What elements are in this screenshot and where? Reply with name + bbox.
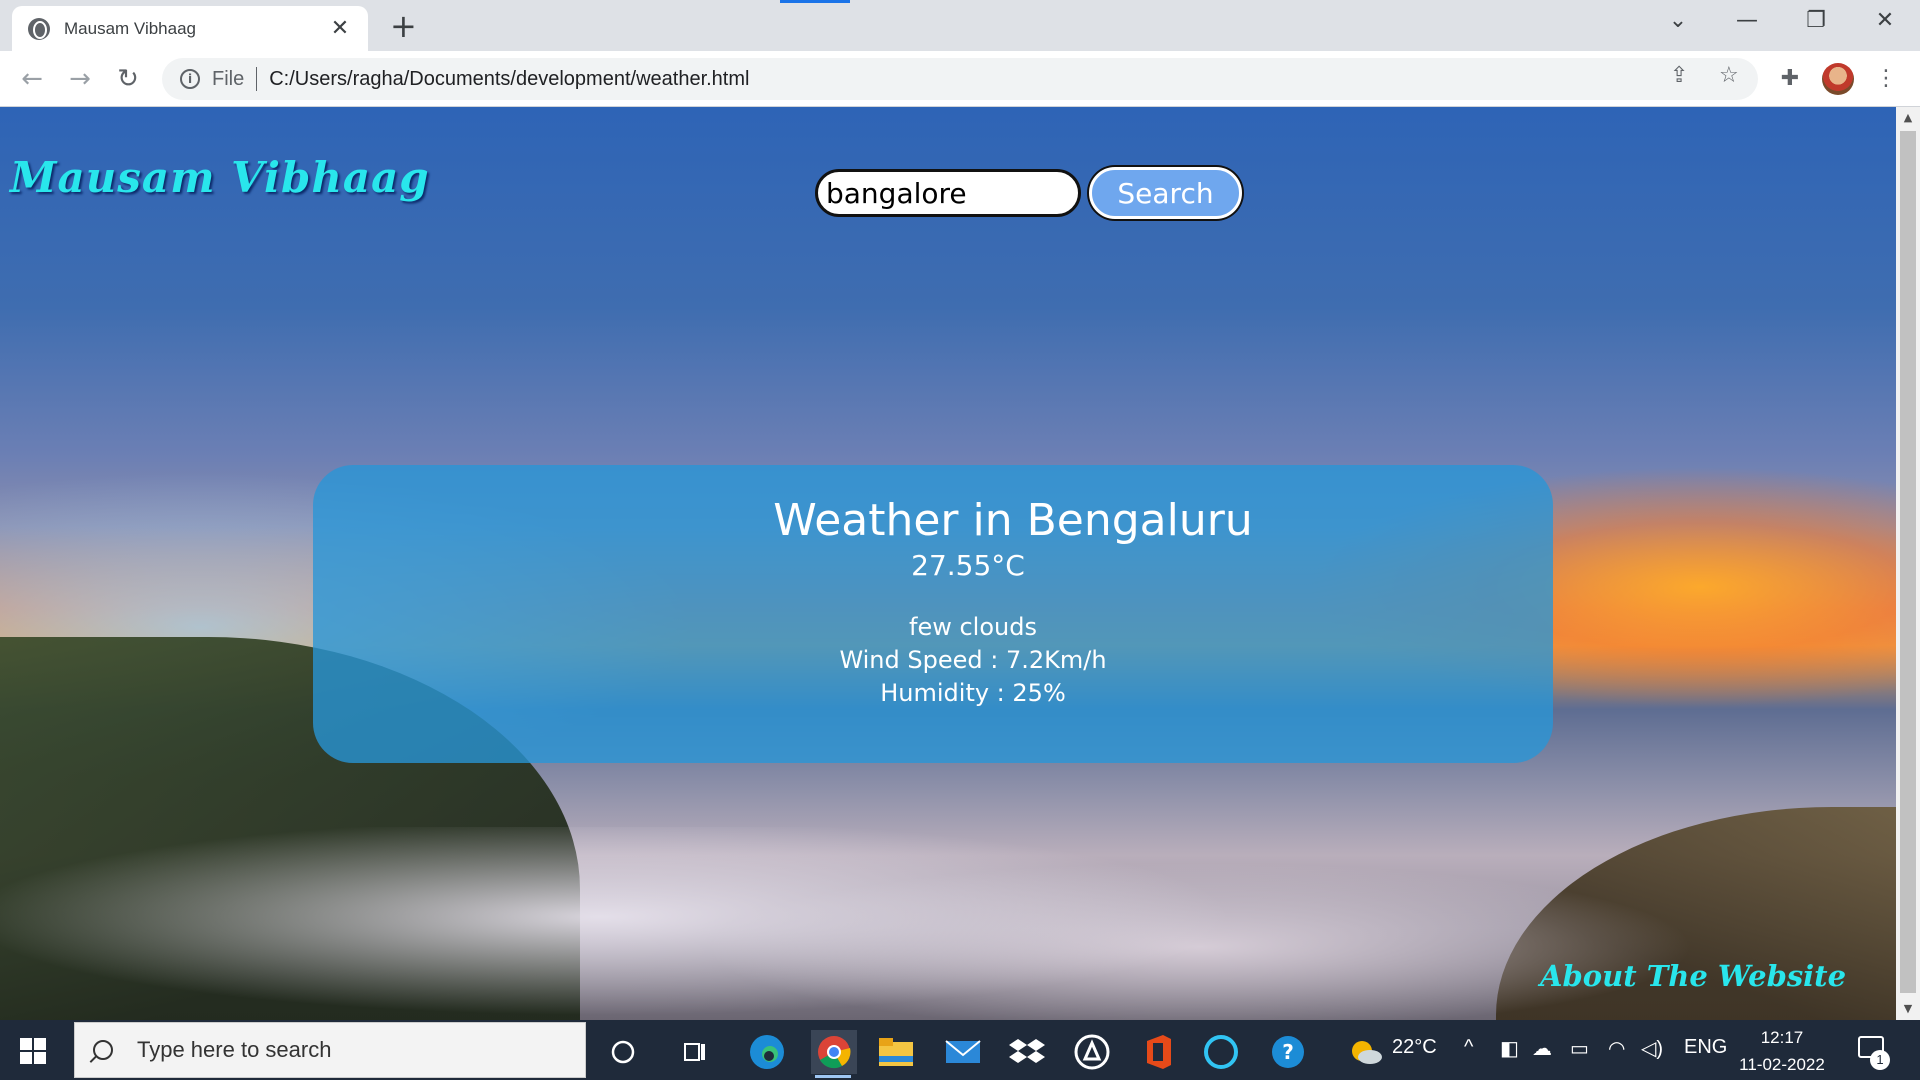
about-website-link[interactable]: About The Website (1540, 959, 1846, 993)
alexa-icon[interactable] (1199, 1030, 1243, 1074)
minimize-icon[interactable]: — (1727, 8, 1767, 33)
task-view-icon[interactable] (673, 1030, 717, 1074)
new-tab-button[interactable]: + (390, 8, 417, 44)
temperature: 27.55°C (911, 549, 1025, 582)
taskbar-search-placeholder: Type here to search (137, 1037, 332, 1062)
extensions-icon[interactable]: ✚ (1772, 61, 1808, 97)
loading-indicator (780, 0, 850, 3)
volume-icon[interactable]: ◁) (1641, 1036, 1663, 1061)
tab-close-icon[interactable]: ✕ (328, 16, 352, 41)
tab-strip: Mausam Vibhaag ✕ + ⌄ — ❐ ✕ (0, 0, 1920, 51)
svg-text:?: ? (1282, 1040, 1294, 1064)
url-text[interactable]: C:/Users/ragha/Documents/development/wea… (269, 68, 749, 91)
windows-start-icon[interactable] (20, 1038, 46, 1064)
weather-sun-icon[interactable] (1344, 1030, 1388, 1074)
scroll-thumb[interactable] (1900, 131, 1916, 993)
info-icon[interactable]: i (180, 69, 200, 89)
scroll-down-icon[interactable]: ▼ (1896, 1000, 1920, 1018)
share-icon[interactable]: ⇪ (1670, 63, 1688, 88)
edge-icon[interactable] (745, 1030, 789, 1074)
help-icon[interactable]: ? (1266, 1030, 1310, 1074)
file-explorer-icon[interactable] (874, 1030, 918, 1074)
clock-time: 12:17 (1760, 1028, 1804, 1047)
weather-card: Weather in Bengaluru 27.55°C few clouds … (313, 465, 1553, 763)
window-close-icon[interactable]: ✕ (1865, 8, 1905, 33)
city-search-input[interactable] (815, 169, 1081, 217)
mail-icon[interactable] (941, 1030, 985, 1074)
weather-description: few clouds (909, 613, 1037, 641)
clock-date: 11-02-2022 (1739, 1055, 1825, 1074)
cortana-icon[interactable] (601, 1030, 645, 1074)
taskbar-clock[interactable]: 12:17 11-02-2022 (1720, 1024, 1844, 1078)
scroll-up-icon[interactable]: ▲ (1896, 109, 1920, 127)
search-button[interactable]: Search (1089, 167, 1242, 219)
battery-icon[interactable]: ▭ (1570, 1036, 1589, 1061)
page-background: Mausam Vibhaag Search Weather in Bengalu… (0, 107, 1896, 1020)
site-logo[interactable]: Mausam Vibhaag (10, 153, 430, 202)
office-icon[interactable] (1136, 1030, 1180, 1074)
notification-badge: 1 (1870, 1050, 1890, 1070)
wifi-icon[interactable]: ◠ (1608, 1036, 1625, 1061)
menu-icon[interactable]: ⋮ (1868, 61, 1904, 97)
tab-search-icon[interactable]: ⌄ (1658, 8, 1698, 33)
tray-temperature[interactable]: 22°C (1392, 1036, 1437, 1059)
page-scrollbar[interactable]: ▲ ▼ (1896, 107, 1920, 1020)
tab-mausam-vibhaag[interactable]: Mausam Vibhaag ✕ (12, 6, 368, 51)
back-icon[interactable]: ← (14, 61, 50, 97)
browser-toolbar: ← → ↻ i File C:/Users/ragha/Documents/de… (0, 51, 1920, 107)
show-hidden-icons-icon[interactable]: ^ (1464, 1036, 1473, 1059)
humidity: Humidity : 25% (880, 679, 1066, 707)
globe-icon (28, 17, 50, 40)
scheme-label: File (212, 67, 245, 90)
reload-icon[interactable]: ↻ (110, 61, 146, 97)
wind-speed: Wind Speed : 7.2Km/h (839, 646, 1107, 674)
tab-title: Mausam Vibhaag (64, 18, 196, 38)
vpn-icon[interactable] (1070, 1030, 1114, 1074)
address-bar[interactable]: i File C:/Users/ragha/Documents/developm… (162, 58, 1758, 100)
chrome-icon[interactable] (811, 1030, 857, 1078)
divider (256, 67, 258, 91)
taskbar-search-box[interactable]: Type here to search (74, 1022, 586, 1078)
dropbox-icon[interactable] (1005, 1030, 1049, 1074)
onedrive-icon[interactable]: ☁ (1532, 1036, 1552, 1061)
avatar[interactable] (1822, 63, 1854, 95)
forward-icon[interactable]: → (62, 61, 98, 97)
star-icon[interactable]: ☆ (1719, 63, 1739, 88)
restore-icon[interactable]: ❐ (1796, 8, 1836, 33)
meet-now-icon[interactable]: ◧ (1500, 1036, 1519, 1061)
weather-heading: Weather in Bengaluru (773, 495, 1253, 546)
search-icon (93, 1040, 113, 1060)
